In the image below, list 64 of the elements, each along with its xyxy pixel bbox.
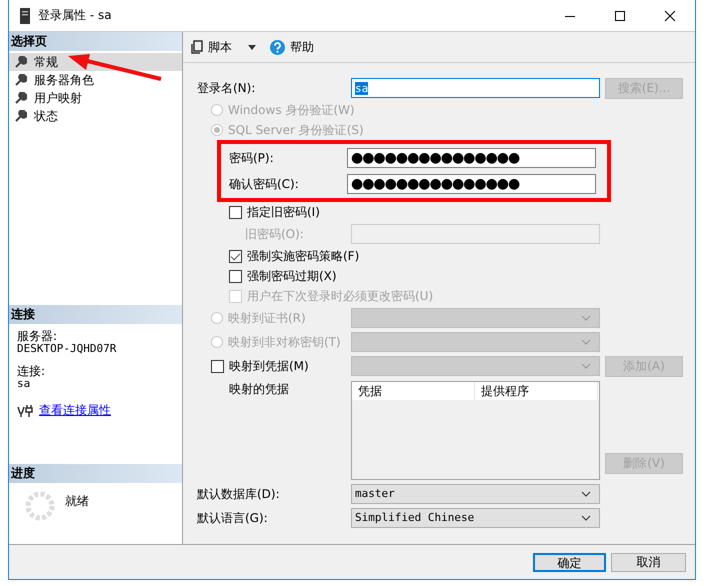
radio-label: Windows 身份验证(W) <box>228 102 355 118</box>
checkbox-label: 映射到凭据(M) <box>229 358 309 374</box>
dialog-button[interactable]: 确定 <box>533 552 606 572</box>
column-header[interactable]: 凭据 <box>352 382 475 400</box>
login-name-field[interactable]: sa <box>351 78 600 98</box>
page-item[interactable]: 用户映射 <box>9 89 182 107</box>
password-field[interactable]: ●●●●●●●●●●●●●●● <box>347 148 596 168</box>
close-icon[interactable] <box>664 10 676 22</box>
dropdown[interactable] <box>351 308 600 328</box>
dropdown[interactable] <box>351 332 600 352</box>
chevron-icon <box>581 491 591 497</box>
connection-label: 连接: <box>17 365 46 378</box>
password-label: 密码(P): <box>228 150 275 166</box>
checkbox-label: 强制密码过期(X) <box>247 268 337 284</box>
checkbox[interactable] <box>229 206 242 218</box>
server-icon <box>20 8 30 24</box>
page-item[interactable]: 服务器角色 <box>9 71 182 89</box>
checkbox[interactable] <box>229 250 242 262</box>
login-name-label: 登录名(N): <box>197 80 256 96</box>
confirm-password-label: 确认密码(C): <box>228 176 300 192</box>
checkbox-label: 用户在下次登录时必须更改密码(U) <box>247 288 434 304</box>
chevron-icon <box>581 339 591 345</box>
old-password-label: 旧密码(O): <box>244 226 305 242</box>
wrench-icon <box>15 110 27 122</box>
default-language-label: 默认语言(G): <box>197 510 269 526</box>
default-database-label: 默认数据库(D): <box>197 486 281 502</box>
checkbox[interactable] <box>211 360 224 372</box>
chevron-icon <box>581 363 591 369</box>
default-language-dropdown[interactable]: Simplified Chinese <box>351 508 600 528</box>
wrench-icon <box>15 56 27 68</box>
page-item[interactable]: 状态 <box>9 107 182 125</box>
spinner-icon <box>25 491 55 521</box>
server-label: 服务器: <box>17 330 58 343</box>
radio-label: 映射到非对称密钥(T) <box>228 334 341 350</box>
radio-label: 映射到证书(R) <box>228 310 306 326</box>
checkbox-label: 强制实施密码策略(F) <box>247 248 360 264</box>
checkbox-label: 指定旧密码(I) <box>247 204 320 220</box>
server-name: DESKTOP-JQHD07R <box>17 343 118 355</box>
plug-icon <box>17 404 33 416</box>
default-database-dropdown[interactable]: master <box>351 484 600 504</box>
mapped-credentials-label: 映射的凭据 <box>228 381 290 398</box>
checkbox[interactable] <box>229 270 242 282</box>
radio-label: SQL Server 身份验证(S) <box>228 122 364 138</box>
script-icon <box>191 40 203 54</box>
chevron-icon <box>581 315 591 321</box>
column-header[interactable]: 提供程序 <box>475 382 598 400</box>
help-button[interactable]: 帮助 <box>266 36 318 58</box>
wrench-icon <box>15 74 27 86</box>
maximize-icon[interactable] <box>614 10 626 22</box>
connection-properties-link[interactable]: 查看连接属性 <box>39 402 111 419</box>
connection-name: sa <box>17 378 32 390</box>
window-title: 登录属性 - sa <box>38 7 112 24</box>
dropdown[interactable] <box>351 356 600 376</box>
section-header: 选择页 <box>9 32 182 51</box>
confirm-password-field[interactable]: ●●●●●●●●●●●●●●● <box>347 174 596 194</box>
caret-icon[interactable] <box>248 44 256 50</box>
dialog-button[interactable]: 取消 <box>611 552 686 572</box>
wrench-icon <box>15 92 27 104</box>
chevron-icon <box>581 515 591 521</box>
help-icon <box>270 40 285 54</box>
progress-status: 就绪 <box>65 493 89 510</box>
script-button[interactable]: 脚本 <box>187 36 236 58</box>
section-header: 连接 <box>9 305 182 324</box>
section-header: 进度 <box>9 464 182 483</box>
